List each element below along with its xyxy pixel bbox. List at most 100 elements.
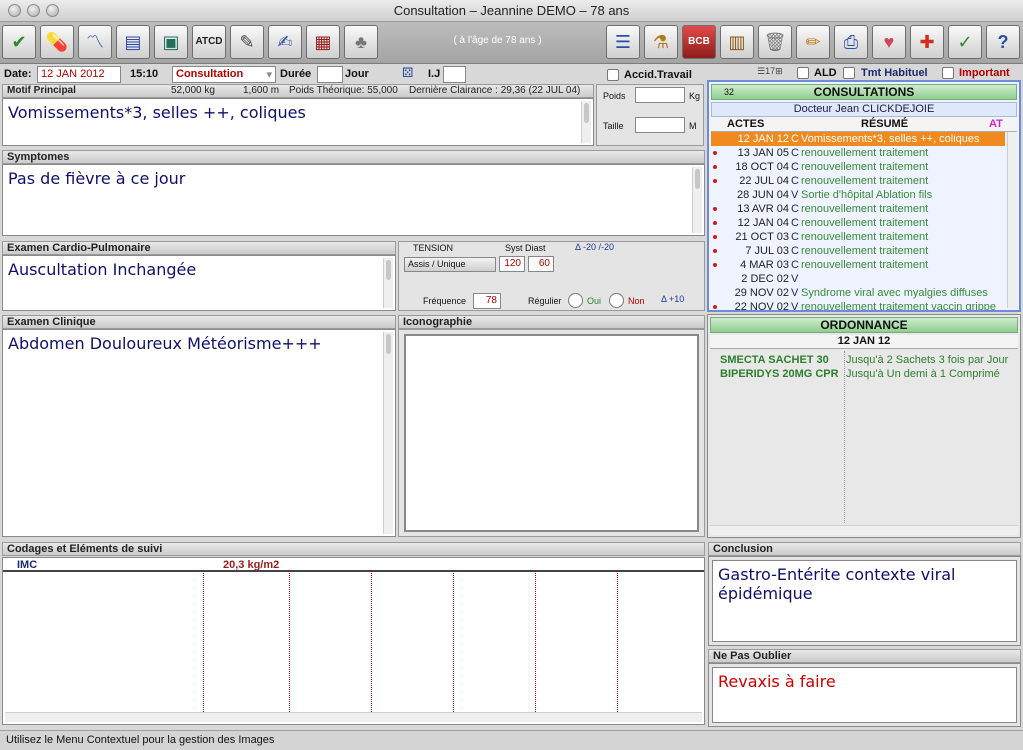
printer-icon[interactable]: ▦	[306, 25, 340, 59]
plus-icon[interactable]: ✚	[910, 25, 944, 59]
imc-label: IMC	[17, 559, 38, 571]
systolic-input[interactable]: 120	[499, 256, 525, 272]
symptomes-text-area[interactable]: Pas de fièvre à ce jour	[2, 164, 705, 236]
check-icon[interactable]: ✓	[948, 25, 982, 59]
cardio-text-area[interactable]: Auscultation Inchangée	[2, 255, 396, 311]
consultation-code: V	[791, 301, 799, 310]
consultation-row[interactable]: 28 JUN 04 V Sortie d'hôpital Ablation fils	[711, 188, 1005, 202]
consultation-row[interactable]: 22 JUL 04 Crenouvellement traitement	[711, 174, 1005, 188]
taille-input[interactable]	[635, 117, 685, 133]
ordonnance-scrollbar[interactable]	[710, 525, 1018, 535]
motif-header-label: Motif Principal	[7, 85, 76, 96]
accid-travail-checkbox[interactable]	[607, 69, 619, 81]
consultation-row[interactable]: 13 JAN 05 Crenouvellement traitement	[711, 146, 1005, 160]
bcb-icon[interactable]: BCB	[682, 25, 716, 59]
bottles-icon[interactable]: ⚗	[644, 25, 678, 59]
prescription-medication: BIPERIDYS 20MG CPR	[720, 368, 839, 380]
iconographie-header: Iconographie	[398, 315, 705, 329]
help-icon[interactable]: ?	[986, 25, 1020, 59]
pen-icon[interactable]: ✎	[230, 25, 264, 59]
consultation-row[interactable]: 7 JUL 03 Crenouvellement traitement	[711, 244, 1005, 258]
consultation-row[interactable]: 18 OCT 04 Crenouvellement traitement	[711, 160, 1005, 174]
tmt-habituel-checkbox[interactable]	[843, 67, 855, 79]
consultation-row[interactable]: 22 NOV 02 Vrenouvellement traitement vacc…	[711, 300, 1005, 310]
conclusion-panel: Gastro-Entérite contexte viral épidémiqu…	[708, 556, 1021, 646]
nepasoublier-panel: Revaxis à faire	[708, 663, 1021, 727]
tree-icon[interactable]: ♣	[344, 25, 378, 59]
date-field[interactable]: 12 JAN 2012	[37, 66, 121, 83]
iconographie-image-area[interactable]	[404, 334, 699, 532]
alert-dot-icon	[713, 263, 717, 267]
motif-text-area[interactable]: Vomissements*3, selles ++, coliques	[2, 98, 594, 146]
codages-divider	[453, 570, 454, 712]
date-label: Date:	[4, 68, 32, 80]
consultations-list: 12 JAN 12 C Vomissements*3, selles ++, col…	[709, 132, 1019, 310]
screen-icon[interactable]: ▣	[154, 25, 188, 59]
ij-label: I.J	[428, 68, 441, 80]
trash-icon[interactable]: 🗑	[758, 25, 792, 59]
list-icon[interactable]: ☰	[606, 25, 640, 59]
prescription-row[interactable]: BIPERIDYS 20MG CPR Jusqu'à Un demi à 1 Co…	[710, 367, 1018, 381]
heart-icon[interactable]: ♥	[872, 25, 906, 59]
consultation-row[interactable]: 2 DEC 02 V	[711, 272, 1005, 286]
nepasoublier-text-area[interactable]: Revaxis à faire	[712, 667, 1017, 723]
codages-row-imc[interactable]: IMC 20,3 kg/m2	[3, 558, 704, 572]
stethoscope-icon[interactable]: ✔	[2, 25, 36, 59]
symptomes-scrollbar[interactable]	[692, 167, 702, 233]
motif-scrollbar[interactable]	[581, 101, 591, 143]
chart-icon[interactable]: 〽	[78, 25, 112, 59]
consultations-scrollbar[interactable]	[1007, 132, 1017, 308]
document-icon[interactable]: ▤	[116, 25, 150, 59]
clinique-text: Abdomen Douloureux Météorisme+++	[8, 334, 322, 353]
doctor-name: Docteur Jean CLICKDEJOIE	[711, 102, 1017, 117]
consultation-row[interactable]: 13 AVR 04 Crenouvellement traitement	[711, 202, 1005, 216]
atcd-warning-icon[interactable]: ATCD	[192, 25, 226, 59]
consultation-row[interactable]: 4 MAR 03 Crenouvellement traitement	[711, 258, 1005, 272]
assis-unique-button[interactable]: Assis / Unique	[404, 257, 496, 272]
clinique-scrollbar[interactable]	[383, 332, 393, 534]
consultation-summary: renouvellement traitement	[801, 175, 929, 187]
print-icon[interactable]: ⎙	[834, 25, 868, 59]
duree-input[interactable]	[317, 66, 343, 83]
prescription-row[interactable]: SMECTA SACHET 30 Jusqu'à 2 Sachets 3 fois…	[710, 353, 1018, 367]
ij-input[interactable]	[443, 66, 466, 83]
sign-icon[interactable]: ✍	[268, 25, 302, 59]
conclusion-text-area[interactable]: Gastro-Entérite contexte viral épidémiqu…	[712, 560, 1017, 642]
consultation-code: C	[791, 231, 799, 243]
consultation-code: V	[791, 273, 799, 285]
consultation-row[interactable]: 12 JAN 12 C Vomissements*3, selles ++, col…	[711, 132, 1005, 146]
page-counter: ☰17⊞	[757, 66, 783, 76]
pills-icon[interactable]: 💊	[40, 25, 74, 59]
consultation-code: C	[791, 147, 799, 159]
non-radio[interactable]	[609, 293, 624, 308]
clinique-text-area[interactable]: Abdomen Douloureux Météorisme+++	[2, 329, 396, 537]
prescription-posology: Jusqu'à Un demi à 1 Comprimé	[846, 368, 1000, 380]
tension-label: TENSION	[413, 243, 454, 253]
accid-travail-label: Accid.Travail	[624, 69, 692, 81]
poids-input[interactable]	[635, 87, 685, 103]
nepasoublier-header: Ne Pas Oublier	[708, 649, 1021, 663]
consultation-date: 4 MAR 03	[740, 259, 789, 271]
frequence-input[interactable]: 78	[473, 293, 501, 309]
book-icon[interactable]: ▥	[720, 25, 754, 59]
poids-label: Poids	[603, 91, 626, 101]
codages-scrollbar[interactable]	[5, 712, 702, 722]
consultation-row[interactable]: 21 OCT 03 Crenouvellement traitement	[711, 230, 1005, 244]
codages-panel: IMC 20,3 kg/m2	[2, 557, 705, 725]
codages-divider	[535, 570, 536, 712]
chevron-down-icon: ▾	[266, 69, 272, 81]
cardio-scrollbar[interactable]	[383, 258, 393, 308]
ij-calendar-icon[interactable]: ⚄	[402, 65, 413, 81]
consultation-type-value: Consultation	[176, 68, 244, 80]
important-checkbox[interactable]	[942, 67, 954, 79]
consultation-row[interactable]: 29 NOV 02 V Syndrome viral avec myalgies d…	[711, 286, 1005, 300]
oui-radio[interactable]	[568, 293, 583, 308]
ald-checkbox[interactable]	[797, 67, 809, 79]
pencil-icon[interactable]: ✏	[796, 25, 830, 59]
diastolic-input[interactable]: 60	[528, 256, 554, 272]
consultation-code: V	[791, 189, 799, 201]
consultation-type-select[interactable]: Consultation ▾	[172, 66, 276, 83]
consultation-row[interactable]: 12 JAN 04 Crenouvellement traitement	[711, 216, 1005, 230]
age-banner: ( à l'âge de 78 ans )	[453, 35, 542, 46]
clinique-header: Examen Clinique	[2, 315, 396, 329]
